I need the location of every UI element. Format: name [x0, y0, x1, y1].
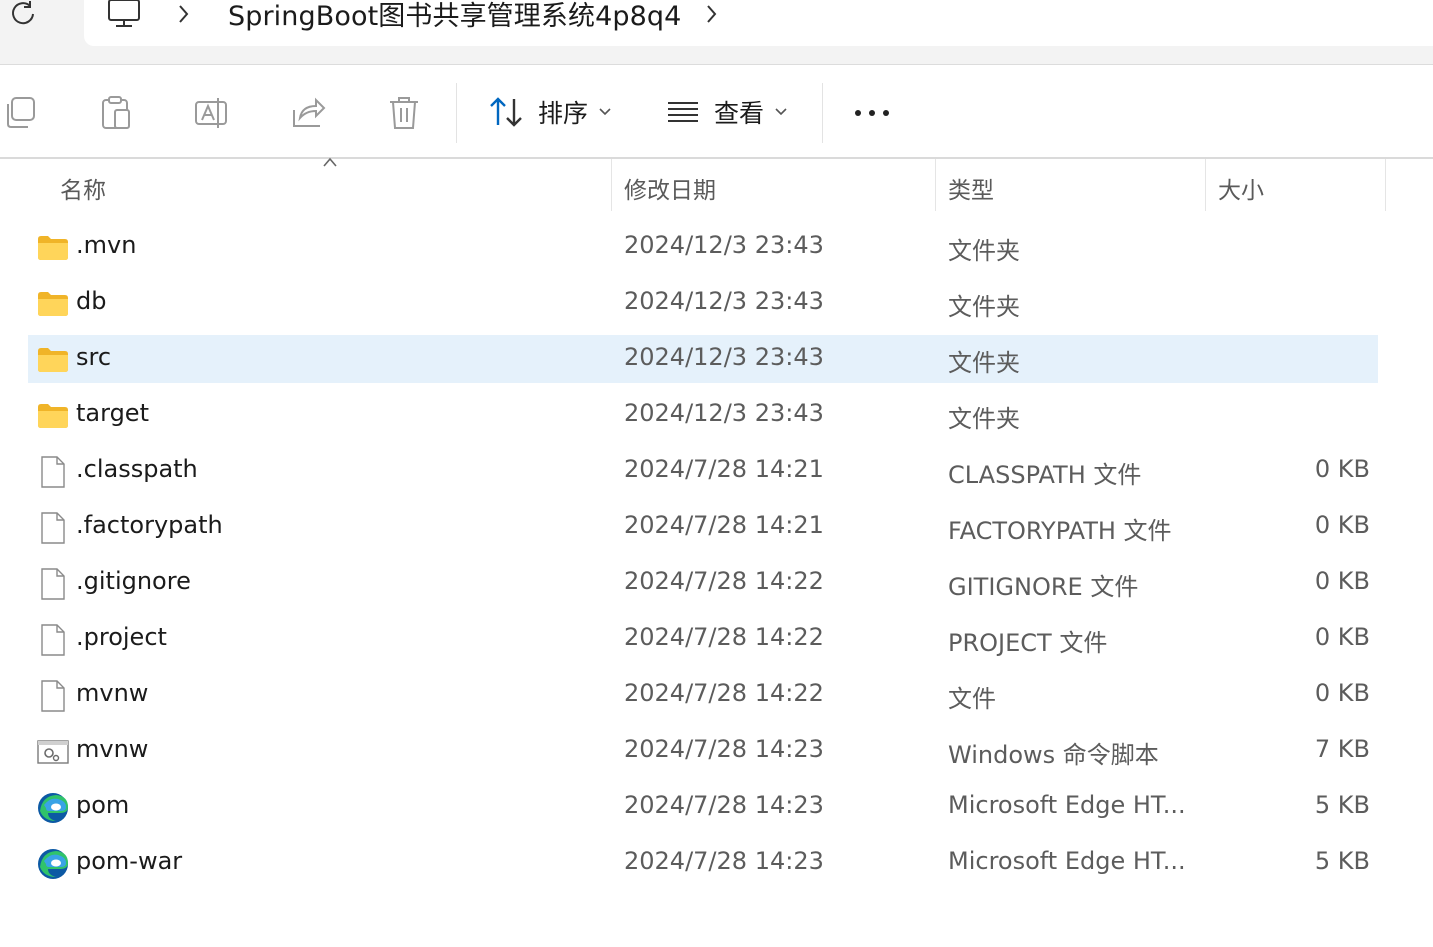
more-options-icon[interactable]	[852, 103, 892, 123]
share-icon[interactable]	[290, 94, 328, 132]
file-type: CLASSPATH 文件	[948, 461, 1142, 489]
file-icon	[36, 511, 70, 545]
file-modified-date: 2024/7/28 14:22	[624, 623, 824, 651]
sort-button[interactable]: 排序	[488, 87, 612, 137]
file-size: 5 KB	[1314, 847, 1370, 875]
sort-icon	[490, 97, 522, 127]
file-name: .project	[76, 623, 167, 651]
file-size: 0 KB	[1314, 567, 1370, 595]
view-button[interactable]: 查看	[666, 87, 788, 137]
file-name: target	[76, 399, 149, 427]
file-modified-date: 2024/7/28 14:23	[624, 847, 824, 875]
file-type: 文件夹	[948, 349, 1020, 377]
file-name: mvnw	[76, 679, 149, 707]
delete-icon[interactable]	[385, 94, 423, 132]
file-size: 0 KB	[1314, 679, 1370, 707]
chevron-right-icon[interactable]	[174, 0, 194, 30]
command-bar: 排序 查看	[0, 65, 1433, 159]
file-row[interactable]: pom-war 2024/7/28 14:23 Microsoft Edge HT.…	[28, 839, 1378, 887]
file-size: 0 KB	[1314, 623, 1370, 651]
column-header-name[interactable]: 名称	[0, 159, 611, 211]
file-modified-date: 2024/12/3 23:43	[624, 231, 824, 259]
file-row[interactable]: mvnw 2024/7/28 14:22 文件 0 KB	[28, 671, 1378, 719]
address-strip: SpringBoot图书共享管理系统4p8q4	[0, 0, 1433, 65]
file-modified-date: 2024/7/28 14:22	[624, 679, 824, 707]
file-type: PROJECT 文件	[948, 629, 1108, 657]
file-name: .factorypath	[76, 511, 223, 539]
file-name: .classpath	[76, 455, 198, 483]
file-name: pom	[76, 791, 130, 819]
file-type: 文件夹	[948, 293, 1020, 321]
file-type: Microsoft Edge HT...	[948, 791, 1186, 819]
sort-label: 排序	[538, 99, 589, 128]
breadcrumb-current-folder[interactable]: SpringBoot图书共享管理系统4p8q4	[228, 0, 681, 33]
file-row[interactable]: pom 2024/7/28 14:23 Microsoft Edge HT... 5 …	[28, 783, 1378, 831]
chevron-down-icon	[775, 108, 787, 116]
column-header-type[interactable]: 类型	[936, 159, 1205, 211]
file-modified-date: 2024/7/28 14:22	[624, 567, 824, 595]
folder-icon	[36, 287, 70, 321]
file-modified-date: 2024/7/28 14:21	[624, 455, 824, 483]
file-type: Windows 命令脚本	[948, 741, 1159, 769]
file-name: mvnw	[76, 735, 149, 763]
column-divider[interactable]	[1385, 159, 1386, 211]
column-header-date[interactable]: 修改日期	[612, 159, 935, 211]
script-icon	[36, 735, 70, 769]
file-row[interactable]: .mvn 2024/12/3 23:43 文件夹	[28, 223, 1378, 271]
column-header-size[interactable]: 大小	[1206, 159, 1385, 211]
file-name: .mvn	[76, 231, 137, 259]
file-type: GITIGNORE 文件	[948, 573, 1139, 601]
chevron-right-icon[interactable]	[702, 0, 722, 30]
file-modified-date: 2024/12/3 23:43	[624, 399, 824, 427]
toolbar-divider	[456, 83, 457, 143]
file-size: 0 KB	[1314, 511, 1370, 539]
file-size: 0 KB	[1314, 455, 1370, 483]
file-icon	[36, 455, 70, 489]
file-type: Microsoft Edge HT...	[948, 847, 1186, 875]
folder-icon	[36, 231, 70, 265]
folder-icon	[36, 343, 70, 377]
paste-icon[interactable]	[97, 94, 135, 132]
file-icon	[36, 679, 70, 713]
file-type: 文件夹	[948, 405, 1020, 433]
file-row[interactable]: db 2024/12/3 23:43 文件夹	[28, 279, 1378, 327]
file-row-selected[interactable]: src 2024/12/3 23:43 文件夹	[28, 335, 1378, 383]
file-type: 文件夹	[948, 237, 1020, 265]
file-row[interactable]: .project 2024/7/28 14:22 PROJECT 文件 0 KB	[28, 615, 1378, 663]
file-modified-date: 2024/7/28 14:21	[624, 511, 824, 539]
file-row[interactable]: .factorypath 2024/7/28 14:21 FACTORYPATH 文…	[28, 503, 1378, 551]
file-modified-date: 2024/7/28 14:23	[624, 791, 824, 819]
folder-icon	[36, 399, 70, 433]
file-row[interactable]: .classpath 2024/7/28 14:21 CLASSPATH 文件 0 K…	[28, 447, 1378, 495]
file-type: FACTORYPATH 文件	[948, 517, 1172, 545]
chevron-down-icon	[599, 108, 611, 116]
file-name: src	[76, 343, 112, 371]
file-name: .gitignore	[76, 567, 191, 595]
file-icon	[36, 623, 70, 657]
view-list-icon	[668, 102, 698, 122]
file-name: db	[76, 287, 107, 315]
edge-icon	[36, 847, 70, 881]
file-name: pom-war	[76, 847, 183, 875]
refresh-icon[interactable]	[8, 0, 38, 30]
copy-icon[interactable]	[2, 94, 40, 132]
file-icon	[36, 567, 70, 601]
file-modified-date: 2024/7/28 14:23	[624, 735, 824, 763]
file-modified-date: 2024/12/3 23:43	[624, 343, 824, 371]
file-row[interactable]: mvnw 2024/7/28 14:23 Windows 命令脚本 7 KB	[28, 727, 1378, 775]
rename-icon[interactable]	[192, 94, 230, 132]
toolbar-divider	[822, 83, 823, 143]
file-row[interactable]: target 2024/12/3 23:43 文件夹	[28, 391, 1378, 439]
this-pc-icon[interactable]	[106, 0, 142, 30]
file-type: 文件	[948, 685, 996, 713]
edge-icon	[36, 791, 70, 825]
file-size: 7 KB	[1314, 735, 1370, 763]
file-modified-date: 2024/12/3 23:43	[624, 287, 824, 315]
file-row[interactable]: .gitignore 2024/7/28 14:22 GITIGNORE 文件 0 K…	[28, 559, 1378, 607]
file-size: 5 KB	[1314, 791, 1370, 819]
view-label: 查看	[714, 99, 765, 128]
